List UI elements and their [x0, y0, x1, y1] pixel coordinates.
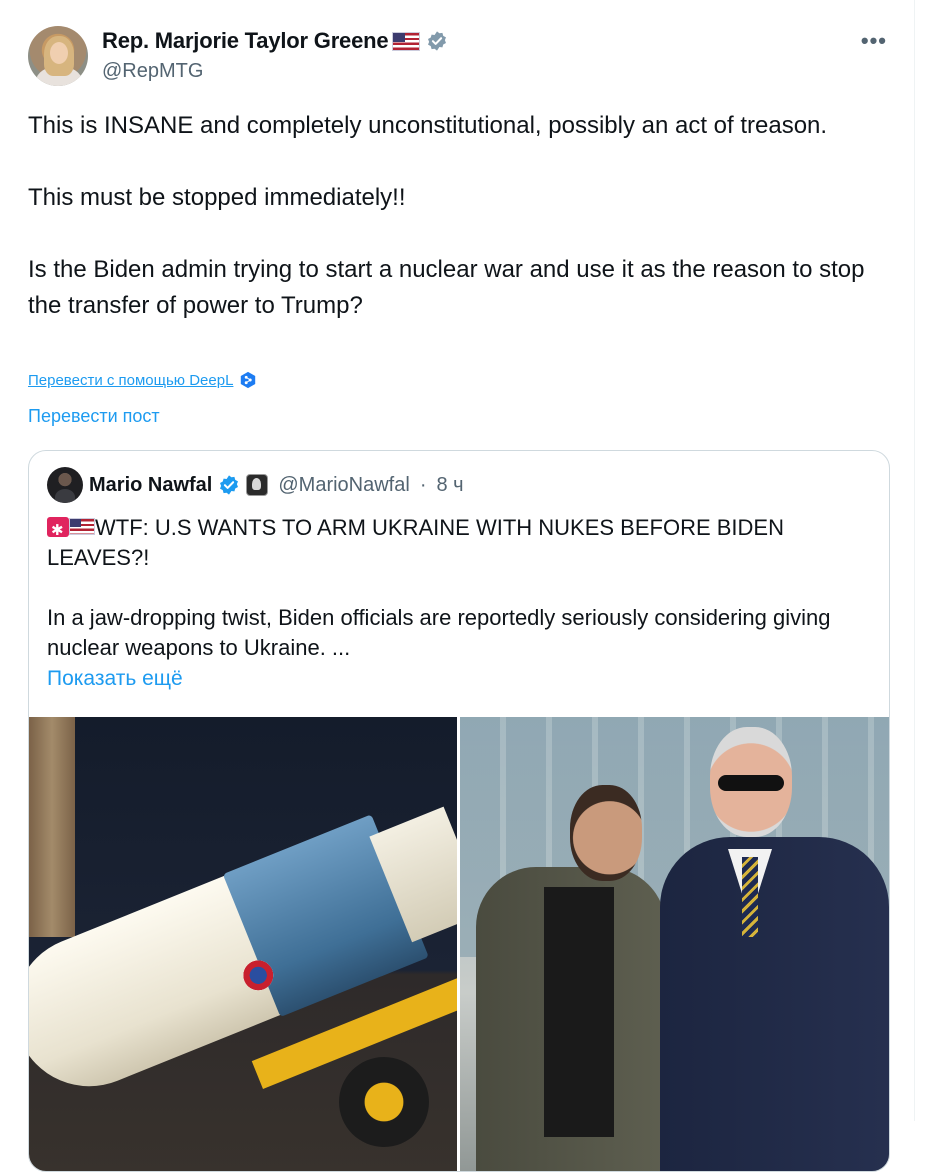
- quote-text: WTF: U.S WANTS TO ARM UKRAINE WITH NUKES…: [47, 513, 847, 663]
- deepl-translate: Перевести с помощью DeepL: [28, 371, 257, 389]
- author-avatar[interactable]: [28, 26, 88, 86]
- author-handle[interactable]: @RepMTG: [102, 60, 203, 83]
- quote-headline: WTF: U.S WANTS TO ARM UKRAINE WITH NUKES…: [47, 515, 784, 570]
- quote-media: [29, 717, 889, 1171]
- nuclear-bomb-photo[interactable]: [29, 717, 457, 1171]
- gov-verified-icon[interactable]: [426, 30, 448, 52]
- siren-icon: [47, 516, 69, 546]
- us-flag-icon: [392, 31, 421, 51]
- quote-header: Mario Nawfal @MarioNawfal · 8 ч: [47, 467, 464, 503]
- more-icon[interactable]: •••: [861, 28, 887, 54]
- quote-time: 8 ч: [436, 473, 464, 496]
- author-name[interactable]: Rep. Marjorie Taylor Greene: [102, 28, 389, 54]
- leaders-photo[interactable]: [460, 717, 889, 1171]
- quoted-post[interactable]: Mario Nawfal @MarioNawfal · 8 ч WTF: U.S…: [28, 450, 890, 1172]
- column-divider: [914, 0, 915, 1121]
- quote-separator: ·: [419, 473, 427, 496]
- author-name-row: Rep. Marjorie Taylor Greene: [102, 28, 448, 54]
- quote-headline-row: WTF: U.S WANTS TO ARM UKRAINE WITH NUKES…: [47, 513, 847, 573]
- quote-body: In a jaw-dropping twist, Biden officials…: [47, 605, 831, 660]
- affiliate-badge-icon: [246, 474, 269, 496]
- post-paragraph: This is INSANE and completely unconstitu…: [28, 112, 828, 139]
- show-more-link[interactable]: Показать ещё: [47, 667, 183, 691]
- quote-avatar[interactable]: [47, 467, 83, 503]
- quote-author-handle: @MarioNawfal: [278, 473, 410, 496]
- translate-post-link[interactable]: Перевести пост: [28, 406, 160, 427]
- post-text: This is INSANE and completely unconstitu…: [28, 108, 888, 324]
- post-paragraph: This must be stopped immediately!!: [28, 184, 406, 211]
- verified-icon: [220, 475, 239, 495]
- deepl-translate-link[interactable]: Перевести с помощью DeepL: [28, 372, 233, 389]
- deepl-icon: [241, 371, 256, 389]
- post-paragraph: Is the Biden admin trying to start a nuc…: [28, 256, 865, 319]
- quote-author-name[interactable]: Mario Nawfal: [89, 474, 212, 497]
- us-flag-icon: [69, 518, 95, 535]
